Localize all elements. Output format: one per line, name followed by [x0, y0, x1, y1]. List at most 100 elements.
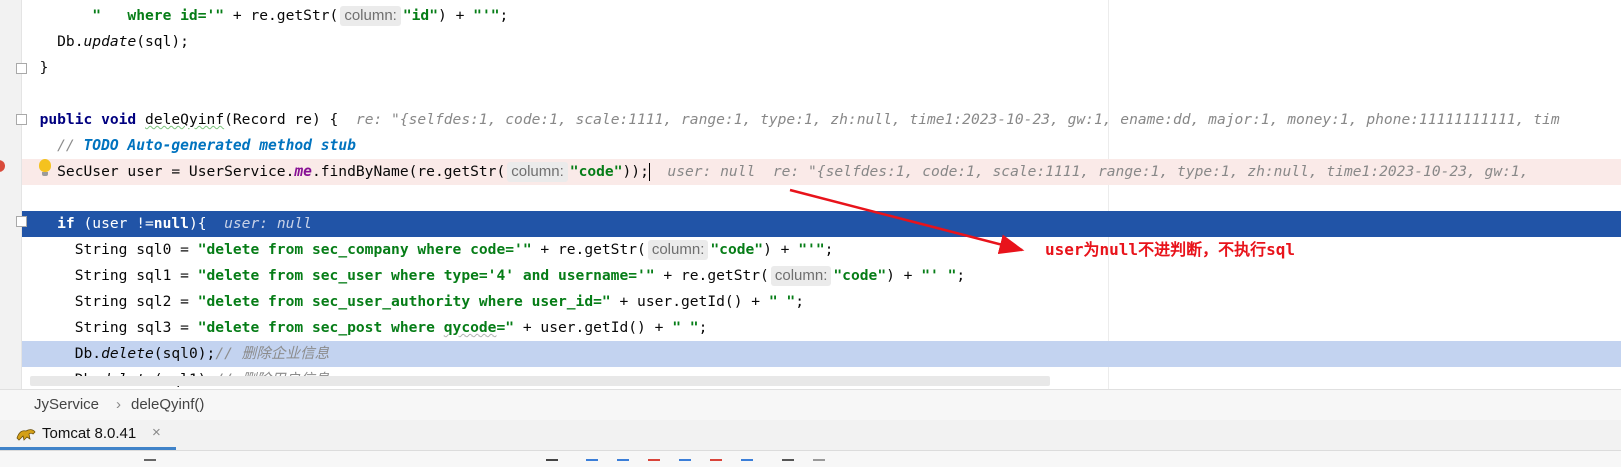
code-token: "' ": [921, 267, 957, 284]
code-line[interactable]: public void deleQyinf(Record re) { re: "…: [22, 107, 1621, 133]
code-token: "code": [833, 267, 887, 284]
code-token: ){: [188, 215, 225, 232]
debug-inline-value: user: null: [224, 215, 312, 232]
evaluate-icon[interactable]: [782, 459, 794, 469]
toolbar-icon[interactable]: [813, 459, 825, 469]
breadcrumb-class[interactable]: JyService: [34, 390, 99, 420]
code-token: null: [153, 215, 189, 232]
code-line[interactable]: // TODO Auto-generated method stub: [22, 133, 1621, 159]
code-token: "code": [710, 241, 764, 258]
parameter-hint: column:: [507, 162, 568, 182]
code-line[interactable]: String sql2 = "delete from sec_user_auth…: [22, 289, 1621, 315]
code-token: "id": [402, 7, 439, 24]
code-line[interactable]: Db.delete(sql0);// 删除企业信息: [22, 341, 1621, 367]
code-token: deleQyinf: [145, 111, 225, 128]
debug-inline-value: user: null re: "{selfdes:1, code:1, scal…: [649, 163, 1529, 180]
toolbar-icon[interactable]: [546, 459, 558, 469]
code-line[interactable]: " where id='" + re.getStr(column: "id") +…: [22, 3, 1621, 29]
code-token: "delete from sec_user_authority where us…: [197, 293, 611, 310]
code-token: " ": [768, 293, 796, 310]
code-token: "code": [569, 163, 623, 180]
code-token: ;: [795, 293, 804, 310]
code-token: + user.getId() +: [514, 319, 673, 336]
run-tool-window-tabs: Tomcat 8.0.41 ×: [0, 420, 1621, 451]
code-token: ));: [622, 163, 649, 180]
drop-frame-icon[interactable]: [710, 459, 722, 469]
code-token: update: [83, 33, 137, 50]
code-token: ;: [824, 241, 834, 258]
code-token: (sql);: [136, 33, 189, 50]
code-token: String sql0 =: [22, 241, 198, 258]
code-token: TODO Auto-generated method stub: [83, 137, 356, 154]
code-line[interactable]: if (user !=null){ user: null: [22, 211, 1621, 237]
code-token: qycode: [443, 319, 497, 336]
code-token: .findByName(re.getStr(: [311, 163, 506, 180]
code-token: + re.getStr(: [531, 241, 646, 258]
code-token: + re.getStr(: [654, 267, 769, 284]
code-token: Db.: [22, 345, 102, 362]
code-token: + user.getId() +: [610, 293, 769, 310]
force-step-into-icon[interactable]: [648, 459, 660, 469]
lightbulb-icon[interactable]: [39, 159, 51, 176]
editor-gutter[interactable]: [0, 0, 22, 389]
code-token: delete: [101, 345, 154, 362]
code-token: " ": [672, 319, 699, 336]
code-line[interactable]: String sql1 = "delete from sec_user wher…: [22, 263, 1621, 289]
toolbar-icon[interactable]: [144, 459, 156, 469]
run-to-cursor-icon[interactable]: [741, 459, 753, 469]
run-toolbar: [0, 451, 1621, 467]
fold-marker-icon[interactable]: [16, 63, 27, 74]
code-token: (sql0);: [153, 345, 216, 362]
code-token: ) +: [438, 7, 474, 24]
step-into-icon[interactable]: [617, 459, 629, 469]
code-token: SecUser user = UserService.: [22, 163, 295, 180]
code-line[interactable]: }: [22, 55, 1621, 81]
parameter-hint: column:: [647, 240, 709, 260]
code-line[interactable]: [22, 81, 1621, 107]
tomcat-icon: [16, 429, 36, 441]
code-token: ) +: [886, 267, 922, 284]
code-token: String sql2 =: [22, 293, 198, 310]
code-token: (Record re) {: [224, 111, 356, 128]
code-token: me: [294, 163, 312, 180]
run-tab-label: Tomcat 8.0.41: [42, 425, 137, 442]
code-editor[interactable]: " where id='" + re.getStr(column: "id") +…: [0, 0, 1621, 389]
code-line[interactable]: SecUser user = UserService.me.findByName…: [22, 159, 1621, 185]
code-line[interactable]: Db.update(sql);: [22, 29, 1621, 55]
fold-marker-icon[interactable]: [16, 114, 27, 125]
parameter-hint: column:: [340, 6, 401, 26]
code-line[interactable]: String sql3 = "delete from sec_post wher…: [22, 315, 1621, 341]
breadcrumb-method[interactable]: deleQyinf(): [131, 390, 204, 420]
breadcrumb-separator: ›: [116, 396, 121, 413]
run-tab-tomcat[interactable]: Tomcat 8.0.41 ×: [0, 420, 176, 450]
debug-inline-value: re: "{selfdes:1, code:1, scale:1111, ran…: [355, 111, 1560, 128]
code-token: "delete from sec_user where type='4' and…: [197, 267, 655, 284]
code-token: =": [496, 319, 515, 336]
step-over-icon[interactable]: [586, 459, 598, 469]
code-token: "delete from sec_post where: [197, 319, 444, 336]
code-token: (user !=: [74, 215, 154, 232]
code-line[interactable]: [22, 185, 1621, 211]
code-token: String sql3 =: [22, 319, 198, 336]
code-token: ;: [956, 267, 966, 284]
code-token: " where id='": [22, 7, 225, 24]
code-token: + re.getStr(: [224, 7, 339, 24]
fold-marker-icon[interactable]: [16, 216, 27, 227]
step-out-icon[interactable]: [679, 459, 691, 469]
horizontal-scrollbar[interactable]: [30, 376, 1050, 386]
code-token: ) +: [763, 241, 799, 258]
breadcrumb: JyService › deleQyinf(): [0, 389, 1621, 421]
code-token: String sql1 =: [22, 267, 198, 284]
code-token: "'": [473, 7, 500, 24]
code-token: if: [22, 215, 75, 232]
code-token: "delete from sec_company where code='": [197, 241, 532, 258]
code-token: Db.: [22, 33, 84, 50]
code-token: ;: [499, 7, 509, 24]
code-line[interactable]: String sql0 = "delete from sec_company w…: [22, 237, 1621, 263]
code-token: ;: [698, 319, 708, 336]
code-token: public void: [22, 111, 137, 128]
code-token: // 删除企业信息: [215, 345, 330, 362]
code-token: "'": [798, 241, 825, 258]
close-icon[interactable]: ×: [152, 424, 161, 441]
